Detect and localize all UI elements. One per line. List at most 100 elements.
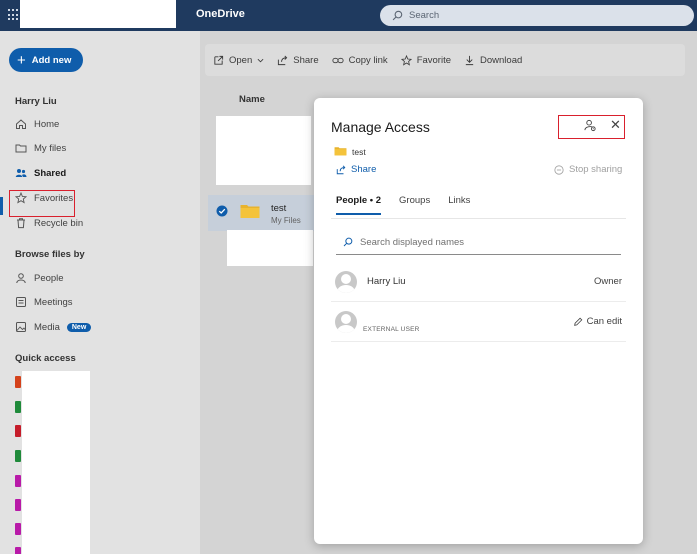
trash-icon bbox=[17, 218, 25, 229]
tab-people[interactable]: People • 2 bbox=[336, 195, 382, 215]
nav-item-favorites[interactable]: Favorites bbox=[15, 188, 73, 208]
share-label: Share bbox=[293, 54, 319, 66]
quick-access-icon bbox=[15, 547, 21, 554]
search-names-placeholder: Search displayed names bbox=[360, 236, 465, 248]
person-row[interactable]: EXTERNAL USER Can edit bbox=[331, 302, 626, 342]
search-icon bbox=[392, 10, 403, 21]
share-icon bbox=[278, 55, 288, 65]
app-launcher-icon[interactable] bbox=[8, 9, 20, 21]
nav-item-home[interactable]: Home bbox=[15, 114, 59, 134]
redacted-region bbox=[227, 230, 313, 266]
download-icon bbox=[465, 55, 474, 65]
new-badge: New bbox=[66, 322, 92, 332]
file-name[interactable]: test bbox=[271, 203, 286, 214]
share-link-button[interactable]: Share bbox=[336, 164, 376, 175]
app-name[interactable]: OneDrive bbox=[196, 8, 245, 20]
nav-item-my-files[interactable]: My files bbox=[15, 138, 66, 158]
download-label: Download bbox=[480, 54, 523, 66]
left-nav: + Add new Harry Liu Home My files Shared… bbox=[0, 31, 200, 554]
nav-label: Media bbox=[34, 321, 60, 333]
command-bar: Open Share Copy link Favorite Download bbox=[205, 44, 685, 76]
open-button[interactable]: Open bbox=[213, 55, 264, 66]
open-icon bbox=[214, 55, 224, 65]
person-icon bbox=[16, 273, 26, 284]
close-icon[interactable]: ✕ bbox=[610, 118, 621, 131]
file-location: My Files bbox=[271, 216, 301, 225]
quick-access-icon bbox=[15, 523, 21, 535]
nav-label: My files bbox=[34, 142, 67, 154]
nav-item-recycle-bin[interactable]: Recycle bin bbox=[15, 213, 83, 233]
nav-label: People bbox=[34, 272, 64, 284]
avatar bbox=[335, 310, 357, 333]
add-new-label: Add new bbox=[31, 54, 72, 66]
favorite-label: Favorite bbox=[416, 54, 452, 66]
link-icon bbox=[332, 57, 344, 63]
nav-item-shared[interactable]: Shared bbox=[15, 163, 66, 183]
quick-access-icon bbox=[15, 376, 21, 388]
name-column-header[interactable]: Name bbox=[239, 94, 265, 105]
divider bbox=[331, 218, 626, 219]
pencil-icon bbox=[573, 317, 582, 326]
folder-icon bbox=[15, 144, 27, 153]
quick-access-icon bbox=[15, 450, 21, 462]
nav-label: Favorites bbox=[34, 192, 74, 204]
nav-label: Shared bbox=[34, 167, 67, 179]
search-box[interactable]: Search bbox=[380, 5, 694, 26]
browse-heading: Browse files by bbox=[15, 249, 85, 260]
folder-icon bbox=[240, 205, 260, 218]
redacted-region bbox=[22, 371, 90, 554]
people-icon bbox=[15, 169, 27, 177]
folder-icon bbox=[334, 147, 347, 156]
search-icon bbox=[343, 237, 353, 247]
quick-access-icon bbox=[15, 401, 21, 413]
person-name: Harry Liu bbox=[367, 276, 406, 287]
top-bar: OneDrive Search bbox=[0, 0, 697, 31]
download-button[interactable]: Download bbox=[464, 55, 522, 66]
share-icon bbox=[336, 165, 346, 174]
avatar bbox=[335, 270, 357, 293]
nav-label: Home bbox=[34, 118, 60, 130]
quick-access-icon bbox=[15, 499, 21, 511]
add-new-button[interactable]: + Add new bbox=[9, 48, 83, 72]
favorite-button[interactable]: Favorite bbox=[400, 54, 452, 66]
star-icon bbox=[400, 54, 412, 66]
star-icon bbox=[15, 192, 27, 204]
nav-item-people[interactable]: People bbox=[15, 268, 64, 288]
nav-item-media[interactable]: Media New bbox=[15, 317, 92, 337]
person-subtitle: EXTERNAL USER bbox=[363, 326, 420, 333]
user-name: Harry Liu bbox=[15, 96, 57, 107]
quick-access-heading: Quick access bbox=[15, 353, 76, 364]
dialog-tabs: People • 2 Groups Links bbox=[336, 195, 470, 215]
share-link-label: Share bbox=[351, 164, 377, 175]
permission-dropdown[interactable]: Can edit bbox=[573, 316, 622, 327]
copy-link-button[interactable]: Copy link bbox=[332, 55, 388, 66]
manage-access-dialog: Manage Access ✕ test Share Stop sharing … bbox=[314, 98, 643, 544]
person-role: Owner bbox=[594, 276, 622, 287]
stop-sharing-button[interactable]: Stop sharing bbox=[554, 164, 622, 175]
search-placeholder: Search bbox=[409, 10, 440, 21]
share-button[interactable]: Share bbox=[277, 54, 319, 66]
nav-item-meetings[interactable]: Meetings bbox=[15, 292, 73, 312]
quick-access-icon bbox=[15, 425, 21, 437]
person-row[interactable]: Harry Liu Owner bbox=[331, 262, 626, 302]
redacted-region bbox=[20, 0, 176, 28]
permission-label: Can edit bbox=[586, 316, 622, 327]
meetings-icon bbox=[16, 297, 26, 307]
tab-links[interactable]: Links bbox=[448, 195, 470, 215]
search-names-input[interactable]: Search displayed names bbox=[336, 230, 621, 255]
redacted-region bbox=[216, 116, 311, 185]
person-settings-icon[interactable] bbox=[584, 119, 597, 132]
nav-label: Recycle bin bbox=[34, 217, 84, 229]
chevron-down-icon bbox=[257, 58, 264, 62]
tab-groups[interactable]: Groups bbox=[399, 195, 430, 215]
shared-item-name: test bbox=[352, 147, 366, 157]
plus-icon: + bbox=[17, 51, 26, 69]
nav-label: Meetings bbox=[34, 296, 73, 308]
checkmark-icon[interactable] bbox=[216, 205, 228, 217]
home-icon bbox=[16, 119, 26, 129]
copy-link-label: Copy link bbox=[348, 54, 388, 66]
image-icon bbox=[16, 322, 26, 332]
dialog-title: Manage Access bbox=[331, 119, 430, 135]
stop-icon bbox=[554, 164, 564, 175]
stop-sharing-label: Stop sharing bbox=[569, 164, 623, 175]
